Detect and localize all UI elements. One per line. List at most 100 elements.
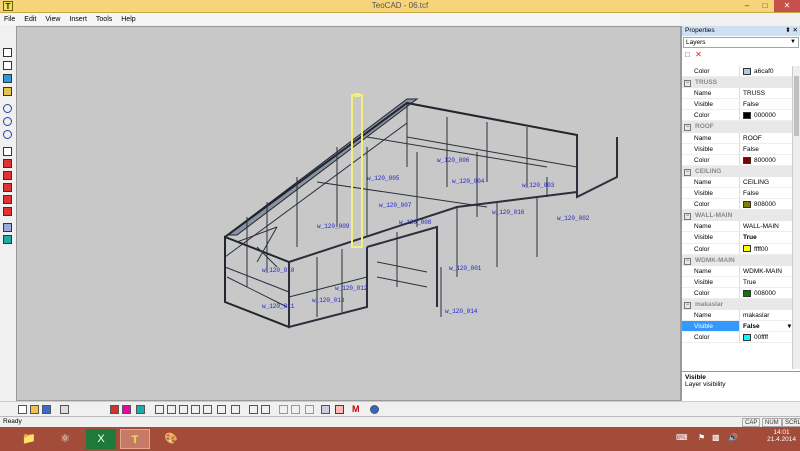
menu-view[interactable]: View bbox=[45, 16, 60, 23]
align-2-icon[interactable] bbox=[261, 405, 270, 414]
window-3-icon[interactable] bbox=[179, 405, 188, 414]
window-4-icon[interactable] bbox=[191, 405, 200, 414]
scrollbar-thumb[interactable] bbox=[794, 76, 799, 136]
grid-icon[interactable] bbox=[136, 405, 145, 414]
property-row[interactable]: Name makaslar bbox=[682, 310, 793, 322]
table-icon[interactable] bbox=[321, 405, 330, 414]
pin-icon[interactable]: ⬍ bbox=[785, 27, 790, 34]
property-row[interactable]: Color 800000 bbox=[682, 154, 793, 166]
point-icon[interactable] bbox=[98, 405, 107, 414]
open-file-icon[interactable] bbox=[30, 405, 39, 414]
window-6-icon[interactable] bbox=[217, 405, 226, 414]
flag-icon[interactable]: ⚑ bbox=[698, 433, 705, 442]
cut-icon[interactable] bbox=[305, 405, 314, 414]
cube-view-3-icon[interactable] bbox=[3, 171, 12, 180]
zoom-extents-icon[interactable] bbox=[3, 130, 12, 139]
collapse-icon[interactable]: − bbox=[684, 80, 691, 88]
property-row[interactable]: Color ffff00 bbox=[682, 243, 793, 255]
window-2-icon[interactable] bbox=[167, 405, 176, 414]
collapse-icon[interactable]: − bbox=[684, 168, 691, 176]
delete-layer-icon[interactable]: ✕ bbox=[695, 50, 702, 59]
layer-section-header[interactable]: − TRUSS bbox=[682, 77, 793, 89]
property-row[interactable]: Color 008000 bbox=[682, 287, 793, 299]
property-row[interactable]: Name CEILING bbox=[682, 176, 793, 189]
property-row[interactable]: Name TRUSS bbox=[682, 88, 793, 100]
property-row[interactable]: Visible False ▾ bbox=[682, 321, 793, 333]
menu-tools[interactable]: Tools bbox=[96, 16, 112, 23]
view-side-icon[interactable] bbox=[3, 61, 12, 70]
print-icon[interactable] bbox=[60, 405, 69, 414]
property-row[interactable]: Color a6caf0 bbox=[682, 66, 793, 78]
layer-section-header[interactable]: − makaslar bbox=[682, 298, 793, 311]
view-iso-icon[interactable] bbox=[3, 87, 12, 96]
m-icon[interactable]: M bbox=[352, 405, 361, 414]
help-icon[interactable] bbox=[370, 405, 379, 414]
cube-view-6-icon[interactable] bbox=[3, 207, 12, 216]
paint-icon[interactable]: 🎨 bbox=[156, 429, 186, 449]
collapse-icon[interactable]: − bbox=[684, 257, 691, 265]
cube-view-2-icon[interactable] bbox=[3, 159, 12, 168]
dropdown-arrow-icon[interactable]: ▾ bbox=[788, 321, 791, 332]
cube-view-1-icon[interactable] bbox=[3, 147, 12, 156]
property-row[interactable]: Visible False bbox=[682, 188, 793, 200]
erase-icon[interactable] bbox=[122, 405, 131, 414]
render-icon[interactable] bbox=[3, 235, 12, 244]
volume-icon[interactable]: 🔊 bbox=[728, 433, 738, 442]
undo-icon[interactable] bbox=[78, 405, 87, 414]
collapse-icon[interactable]: − bbox=[684, 301, 691, 309]
property-row[interactable]: Visible True bbox=[682, 276, 793, 288]
property-row[interactable]: Name WALL-MAIN bbox=[682, 221, 793, 233]
view-top-icon[interactable] bbox=[3, 74, 12, 83]
layer-section-header[interactable]: − WALL-MAIN bbox=[682, 210, 793, 222]
maximize-button[interactable]: □ bbox=[756, 0, 774, 12]
minimize-button[interactable]: ‒ bbox=[738, 0, 756, 12]
frame-icon[interactable] bbox=[335, 405, 344, 414]
property-row[interactable]: Name ROOF bbox=[682, 132, 793, 144]
property-row[interactable]: Color 00ffff bbox=[682, 332, 793, 344]
copy-icon[interactable] bbox=[291, 405, 300, 414]
layers-icon[interactable] bbox=[3, 223, 12, 232]
clock[interactable]: 14:01 21.4.2014 bbox=[767, 429, 796, 443]
collapse-icon[interactable]: − bbox=[684, 124, 691, 132]
zoom-in-icon[interactable] bbox=[3, 104, 12, 113]
menu-help[interactable]: Help bbox=[121, 16, 135, 23]
property-row[interactable]: Name WDMK-MAIN bbox=[682, 265, 793, 277]
collapse-icon[interactable]: − bbox=[684, 213, 691, 221]
ie-icon[interactable]: ⚛ bbox=[50, 429, 80, 449]
layer-section-header[interactable]: − ROOF bbox=[682, 121, 793, 133]
menu-insert[interactable]: Insert bbox=[69, 16, 87, 23]
property-row[interactable]: Visible True bbox=[682, 232, 793, 244]
teocad-icon[interactable]: T bbox=[120, 429, 150, 449]
keyboard-icon[interactable]: ⌨ bbox=[676, 433, 688, 442]
save-icon[interactable] bbox=[42, 405, 51, 414]
property-row[interactable]: Visible False bbox=[682, 99, 793, 111]
menu-edit[interactable]: Edit bbox=[24, 16, 36, 23]
line-icon[interactable] bbox=[110, 405, 119, 414]
property-row[interactable]: Visible False bbox=[682, 143, 793, 155]
close-button[interactable]: ✕ bbox=[774, 0, 800, 12]
cube-view-4-icon[interactable] bbox=[3, 183, 12, 192]
new-layer-icon[interactable]: □ bbox=[685, 50, 690, 59]
move-icon[interactable] bbox=[279, 405, 288, 414]
window-5-icon[interactable] bbox=[203, 405, 212, 414]
menu-file[interactable]: File bbox=[4, 16, 15, 23]
property-row[interactable]: Color 000000 bbox=[682, 110, 793, 122]
wall-label: w_120_008 bbox=[399, 219, 432, 226]
properties-selector[interactable]: Layers ▼ bbox=[683, 37, 799, 48]
window-7-icon[interactable] bbox=[231, 405, 240, 414]
network-icon[interactable]: ▩ bbox=[712, 433, 720, 442]
align-1-icon[interactable] bbox=[249, 405, 258, 414]
property-row[interactable]: Color 808000 bbox=[682, 199, 793, 211]
panel-close-icon[interactable]: ✕ bbox=[793, 27, 798, 34]
3d-viewport[interactable]: w_120_002 w_120_003 w_120_004 w_120_005 … bbox=[16, 26, 681, 401]
window-1-icon[interactable] bbox=[155, 405, 164, 414]
layer-section-header[interactable]: − CEILING bbox=[682, 165, 793, 177]
new-file-icon[interactable] bbox=[18, 405, 27, 414]
zoom-out-icon[interactable] bbox=[3, 117, 12, 126]
view-front-icon[interactable] bbox=[3, 48, 12, 57]
cube-view-5-icon[interactable] bbox=[3, 195, 12, 204]
explorer-icon[interactable]: 📁 bbox=[14, 429, 44, 449]
properties-scrollbar[interactable] bbox=[792, 66, 800, 369]
layer-section-header[interactable]: − WDMK-MAIN bbox=[682, 254, 793, 266]
excel-icon[interactable]: X bbox=[86, 429, 116, 449]
